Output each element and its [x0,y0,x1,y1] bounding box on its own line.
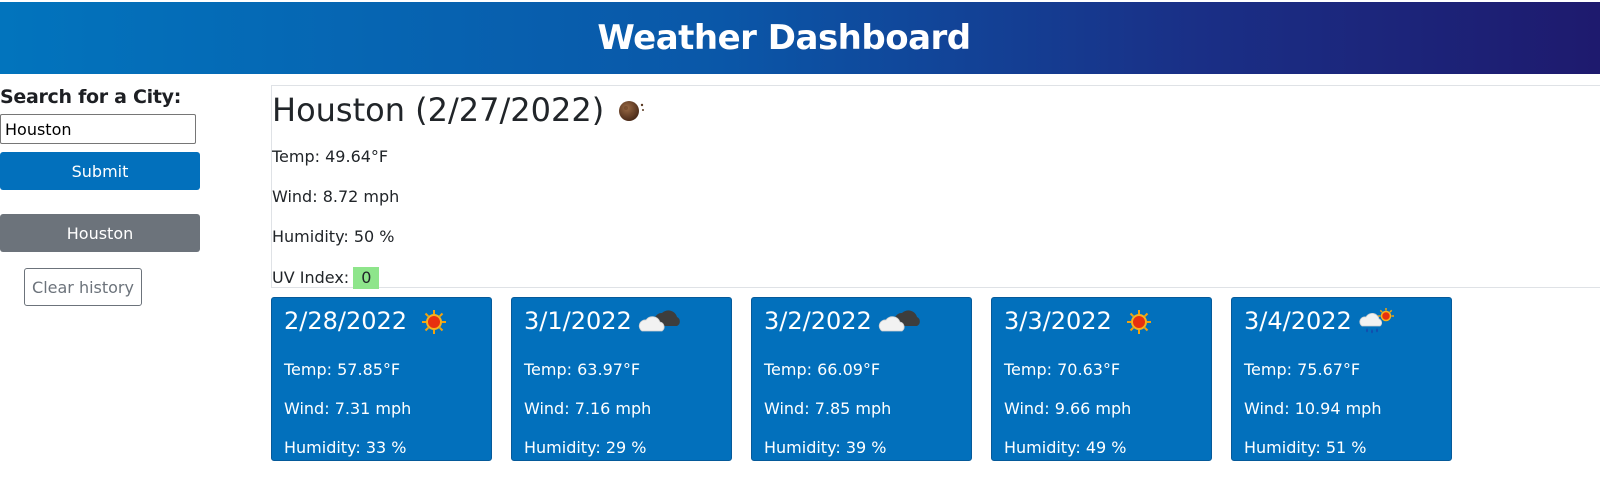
clear-history-button[interactable]: Clear history [24,268,142,306]
current-humidity: Humidity: 50 % [272,227,395,246]
current-wind: Wind: 8.72 mph [272,187,400,206]
history-button-houston[interactable]: Houston [0,214,200,252]
forecast-date-row: 2/28/2022 [284,306,453,336]
sun-icon [413,306,453,336]
sun-icon [1118,306,1158,336]
forecast-wind: Wind: 9.66 mph [1004,399,1132,418]
forecast-wind: Wind: 7.16 mph [524,399,652,418]
uv-label: UV Index: [272,268,350,287]
forecast-date-row: 3/2/2022 [764,306,920,336]
rain-sun-icon [1358,306,1398,336]
current-city-date: Houston (2/27/2022) [272,91,605,129]
forecast-wind: Wind: 10.94 mph [1244,399,1382,418]
forecast-card: 3/2/2022 Temp: 66.09°F Wind: 7.85 mph Hu… [751,297,972,461]
forecast-date: 3/2/2022 [764,307,872,335]
forecast-temp: Temp: 57.85°F [284,360,401,379]
forecast-temp: Temp: 70.63°F [1004,360,1121,379]
forecast-date-row: 3/4/2022 [1244,306,1398,336]
forecast-card: 3/4/2022 Temp: 75.67°F Wind: 10.94 mph H… [1231,297,1452,461]
forecast-temp: Temp: 63.97°F [524,360,641,379]
forecast-temp: Temp: 75.67°F [1244,360,1361,379]
cloudy-icon [638,306,680,336]
current-uv-row: UV Index: 0 [272,267,1600,289]
forecast-card: 3/1/2022 Temp: 63.97°F Wind: 7.16 mph Hu… [511,297,732,461]
forecast-date: 2/28/2022 [284,307,408,335]
forecast-card: 3/3/2022 Temp: 70.63°F Wind: 9.66 mph Hu… [991,297,1212,461]
forecast-date: 3/1/2022 [524,307,632,335]
page-title: Weather Dashboard [597,18,971,58]
current-temp: Temp: 49.64°F [272,147,389,166]
forecast-date: 3/3/2022 [1004,307,1112,335]
forecast-date: 3/4/2022 [1244,307,1352,335]
search-label: Search for a City: [0,86,182,108]
page-header: Weather Dashboard [0,2,1600,74]
current-weather-panel: Houston (2/27/2022) Temp: 49.64°F Wind: … [271,85,1600,289]
search-sidebar: Search for a City: Submit Houston Clear … [0,86,200,306]
forecast-wind: Wind: 7.31 mph [284,399,412,418]
moon-night-icon [616,95,646,125]
forecast-card: 2/28/2022 Temp: 57.85°F Wind: 7.31 mph H… [271,297,492,461]
uv-index-badge: 0 [353,267,380,289]
forecast-humidity: Humidity: 39 % [764,438,887,457]
city-search-input[interactable] [0,114,196,144]
submit-button[interactable]: Submit [0,152,200,190]
cloudy-icon [878,306,920,336]
forecast-temp: Temp: 66.09°F [764,360,881,379]
forecast-date-row: 3/1/2022 [524,306,680,336]
forecast-humidity: Humidity: 51 % [1244,438,1367,457]
forecast-humidity: Humidity: 33 % [284,438,407,457]
forecast-date-row: 3/3/2022 [1004,306,1158,336]
forecast-humidity: Humidity: 49 % [1004,438,1127,457]
forecast-wind: Wind: 7.85 mph [764,399,892,418]
current-weather-heading: Houston (2/27/2022) [272,90,1600,130]
forecast-humidity: Humidity: 29 % [524,438,647,457]
